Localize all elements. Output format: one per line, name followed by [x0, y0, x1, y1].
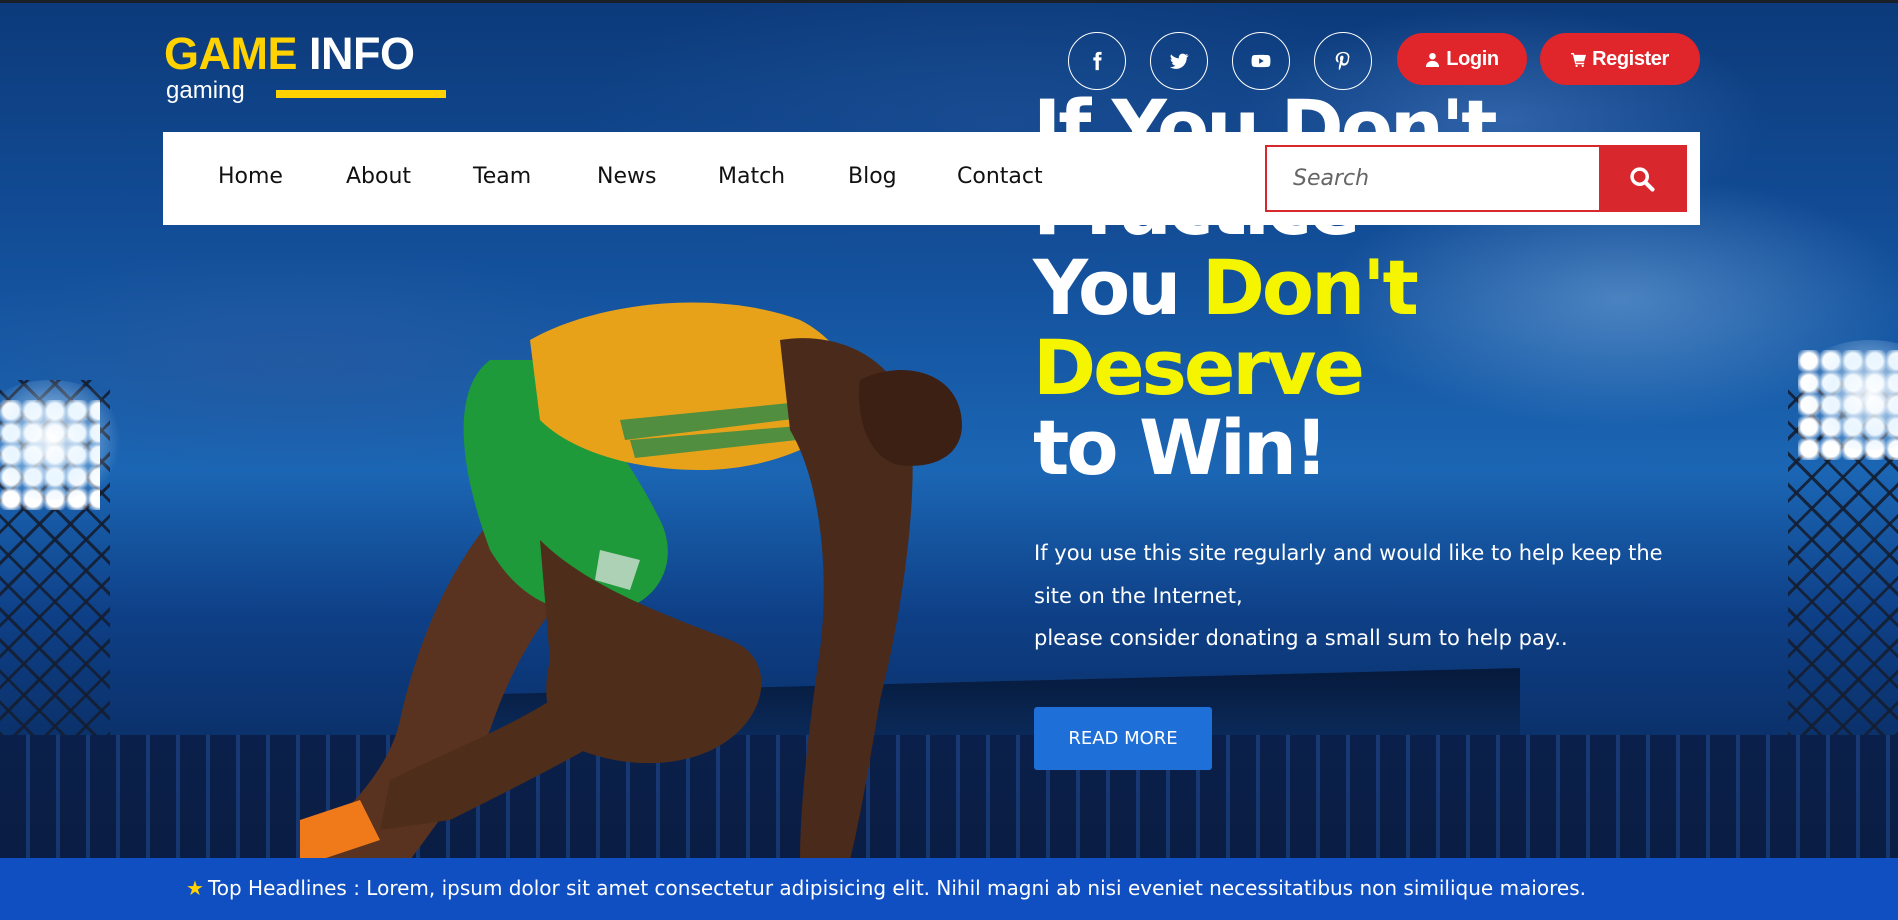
headline-line-3: You Don't — [1033, 248, 1593, 328]
top-border — [0, 0, 1898, 3]
ticker-content: ★ Top Headlines : Lorem, ipsum dolor sit … — [186, 876, 1586, 900]
light-flare — [0, 380, 130, 500]
login-label: Login — [1446, 47, 1499, 70]
nav-item-blog[interactable]: Blog — [848, 162, 897, 192]
star-icon: ★ — [186, 876, 204, 900]
headline-line-4: Deserve — [1033, 323, 1365, 412]
logo-wordmark: GAME INFO — [164, 30, 454, 78]
headline-line-3-white: You — [1033, 243, 1202, 332]
facebook-link[interactable] — [1068, 32, 1126, 90]
headline-line-3-yellow: Don't — [1201, 243, 1419, 332]
twitter-link[interactable] — [1150, 32, 1208, 90]
hero-description-line-1: If you use this site regularly and would… — [1034, 541, 1663, 565]
hero-description-line-2: site on the Internet, — [1034, 583, 1243, 608]
logo-underline-bar — [276, 90, 446, 98]
hero-description: If you use this site regularly and would… — [1034, 532, 1674, 660]
search-button[interactable] — [1599, 147, 1685, 210]
search-box — [1265, 145, 1687, 212]
register-label: Register — [1592, 47, 1669, 70]
twitter-icon — [1169, 53, 1189, 69]
sprinter-image — [300, 302, 962, 858]
read-more-button[interactable]: READ MORE — [1034, 707, 1212, 770]
cart-icon — [1571, 52, 1587, 67]
nav-item-home[interactable]: Home — [218, 162, 283, 192]
nav-item-team[interactable]: Team — [473, 162, 531, 192]
hero-background — [0, 0, 1898, 858]
pinterest-icon — [1335, 51, 1350, 71]
nav-item-about[interactable]: About — [346, 162, 411, 192]
search-icon — [1630, 166, 1655, 192]
headline-ticker: ★ Top Headlines : Lorem, ipsum dolor sit … — [0, 858, 1898, 920]
nav-item-contact[interactable]: Contact — [957, 162, 1043, 192]
youtube-link[interactable] — [1232, 32, 1290, 90]
pinterest-link[interactable] — [1314, 32, 1372, 90]
nav-item-news[interactable]: News — [597, 162, 656, 192]
logo-tagline: gaming — [166, 77, 245, 104]
logo-word-game: GAME — [164, 28, 298, 79]
headline-line-5: to Win! — [1033, 403, 1329, 492]
register-button[interactable]: Register — [1540, 33, 1700, 85]
youtube-icon — [1251, 54, 1271, 68]
main-navigation: Home About Team News Match Blog Contact — [163, 132, 1700, 225]
hero-description-line-3: please consider donating a small sum to … — [1034, 626, 1568, 650]
logo-word-info: INFO — [309, 28, 415, 79]
ticker-text: Top Headlines : Lorem, ipsum dolor sit a… — [207, 876, 1586, 900]
search-input[interactable] — [1267, 147, 1599, 210]
login-button[interactable]: Login — [1397, 33, 1527, 85]
site-logo[interactable]: GAME INFO gaming — [164, 30, 454, 110]
user-icon — [1426, 52, 1440, 67]
facebook-icon — [1093, 51, 1102, 71]
nav-item-match[interactable]: Match — [718, 162, 785, 192]
